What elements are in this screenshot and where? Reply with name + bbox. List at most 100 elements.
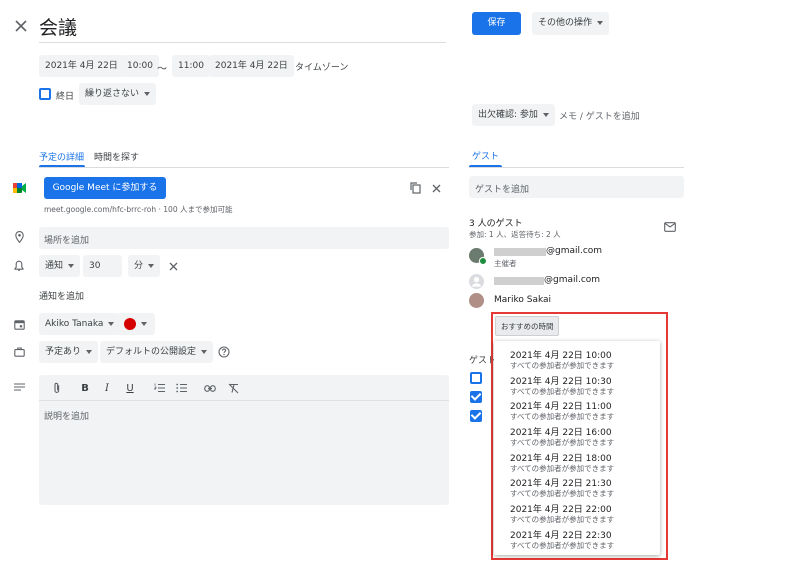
suggested-time-note: すべての参加者が参加できます [510,515,615,524]
suggested-time-option[interactable]: 2021年 4月 22日 22:30 すべての参加者が参加できます [494,527,660,552]
active-tab-indicator [39,165,85,167]
google-meet-icon [12,181,28,195]
chevron-down-icon [148,263,155,268]
end-date-chip[interactable]: 2021年 4月 22日 [209,55,294,77]
notification-amount-input[interactable]: 30 [83,255,122,277]
remove-meet-icon[interactable] [430,182,442,194]
save-button[interactable]: 保存 [472,12,521,35]
title-underline [39,42,446,43]
all-day-label: 終日 [56,92,75,102]
guest-name: Mariko Sakai [494,295,552,305]
timezone-link[interactable]: タイムゾーン [295,60,348,73]
description-placeholder: 説明を追加 [44,412,90,422]
repeat-dropdown[interactable]: 繰り返さない [79,83,157,105]
guest-email: @gmail.com [546,246,603,256]
chevron-down-icon [141,322,147,326]
permission-checkbox[interactable] [470,391,482,403]
close-icon[interactable] [12,17,30,35]
suggested-time-note: すべての参加者が参加できます [510,464,615,473]
permission-checkbox[interactable] [470,372,482,384]
calendar-icon [13,318,25,330]
italic-icon[interactable]: I [101,382,113,394]
location-input[interactable]: 場所を追加 [39,227,449,249]
repeat-label: 繰り返さない [85,89,140,99]
suggested-time-option[interactable]: 2021年 4月 22日 21:30 すべての参加者が参加できます [494,475,660,500]
suggested-time-option[interactable]: 2021年 4月 22日 10:30 すべての参加者が参加できます [494,373,660,398]
notification-type-label: 通知 [45,261,64,271]
chevron-down-icon [68,263,75,268]
meet-info: meet.google.com/hfc-brrc-roh · 100 人まで参加… [44,205,233,214]
suggested-time-option[interactable]: 2021年 4月 22日 22:00 すべての参加者が参加できます [494,501,660,526]
suggested-times-button[interactable]: おすすめの時間 [495,316,559,336]
visibility-label: デフォルトの公開設定 [106,347,197,357]
suggested-time-note: すべての参加者が参加できます [510,387,615,396]
tab-guests[interactable]: ゲスト [472,149,499,162]
remove-notification-icon[interactable] [167,260,179,272]
guests-tab-underline [469,167,684,168]
location-pin-icon [13,230,25,244]
avatar [469,293,484,308]
availability-dropdown[interactable]: 予定あり [39,341,99,363]
note-add-guests-link[interactable]: メモ / ゲストを追加 [559,109,640,122]
chevron-down-icon [597,20,604,25]
event-color-dropdown[interactable] [118,313,155,335]
rsvp-label: 出欠確認: 参加 [478,110,538,120]
suggested-time-option[interactable]: 2021年 4月 22日 10:00 すべての参加者が参加できます [494,347,660,372]
link-icon[interactable] [204,382,216,394]
start-date-chip[interactable]: 2021年 4月 22日 [39,55,124,77]
suggested-time-note: すべての参加者が参加できます [510,438,615,447]
more-actions-dropdown[interactable]: その他の操作 [532,12,610,35]
join-google-meet-button[interactable]: Google Meet に参加する [44,177,166,199]
clear-format-icon[interactable] [227,382,239,394]
add-guests-input[interactable]: ゲストを追加 [469,176,684,198]
person-icon [471,277,482,287]
numbered-list-icon[interactable] [153,382,165,394]
tab-find-time[interactable]: 時間を探す [94,150,139,163]
suggested-time-note: すべての参加者が参加できます [510,541,615,550]
attach-icon[interactable] [51,382,63,394]
help-icon[interactable] [218,346,230,358]
underline-icon[interactable]: U [124,382,136,394]
tab-event-details[interactable]: 予定の詳細 [39,150,84,163]
accepted-check-icon [479,257,487,265]
end-time-chip[interactable]: 11:00 [172,55,210,77]
copy-icon[interactable] [408,181,422,195]
guest-count: 3 人のゲスト [469,219,523,229]
chevron-down-icon [108,321,115,326]
all-day-checkbox[interactable] [39,88,51,100]
suggested-times-menu: 2021年 4月 22日 10:00 すべての参加者が参加できます 2021年 … [494,341,660,555]
suggested-time-option[interactable]: 2021年 4月 22日 16:00 すべての参加者が参加できます [494,424,660,449]
availability-status: 予定あり [45,347,82,357]
notification-type-dropdown[interactable]: 通知 [39,255,81,277]
guest-email: @gmail.com [544,275,601,285]
suggested-time-note: すべての参加者が参加できます [510,361,615,370]
description-editor[interactable]: B I U 説明を追加 [39,375,449,505]
visibility-dropdown[interactable]: デフォルトの公開設定 [100,341,214,363]
more-actions-label: その他の操作 [538,18,593,28]
start-time-chip[interactable]: 10:00 [121,55,159,77]
calendar-owner-dropdown[interactable]: Akiko Tanaka [39,313,121,335]
description-icon [13,382,25,392]
chevron-down-icon [86,349,93,354]
event-title-input[interactable]: 会議 [39,13,77,40]
chevron-down-icon [542,112,549,117]
permission-checkbox[interactable] [470,410,482,422]
suggested-time-option[interactable]: 2021年 4月 22日 18:00 すべての参加者が参加できます [494,450,660,475]
suggested-time-option[interactable]: 2021年 4月 22日 11:00 すべての参加者が参加できます [494,398,660,423]
bold-icon[interactable]: B [79,382,91,394]
chevron-down-icon [201,349,208,354]
avatar [469,274,484,289]
email-guests-icon[interactable] [663,221,676,232]
tabs-underline [39,167,449,168]
add-guests-placeholder: ゲストを追加 [475,185,530,195]
suggested-time-note: すべての参加者が参加できます [510,412,615,421]
notification-unit-dropdown[interactable]: 分 [128,255,161,277]
briefcase-icon [13,346,25,358]
chevron-down-icon [144,91,151,96]
rsvp-dropdown[interactable]: 出欠確認: 参加 [472,104,555,126]
bulleted-list-icon[interactable] [175,382,187,394]
guest-summary: 参加: 1 人、返答待ち: 2 人 [469,230,561,239]
add-notification-link[interactable]: 通知を追加 [39,289,84,302]
location-placeholder: 場所を追加 [44,236,90,246]
calendar-owner-name: Akiko Tanaka [45,319,104,329]
